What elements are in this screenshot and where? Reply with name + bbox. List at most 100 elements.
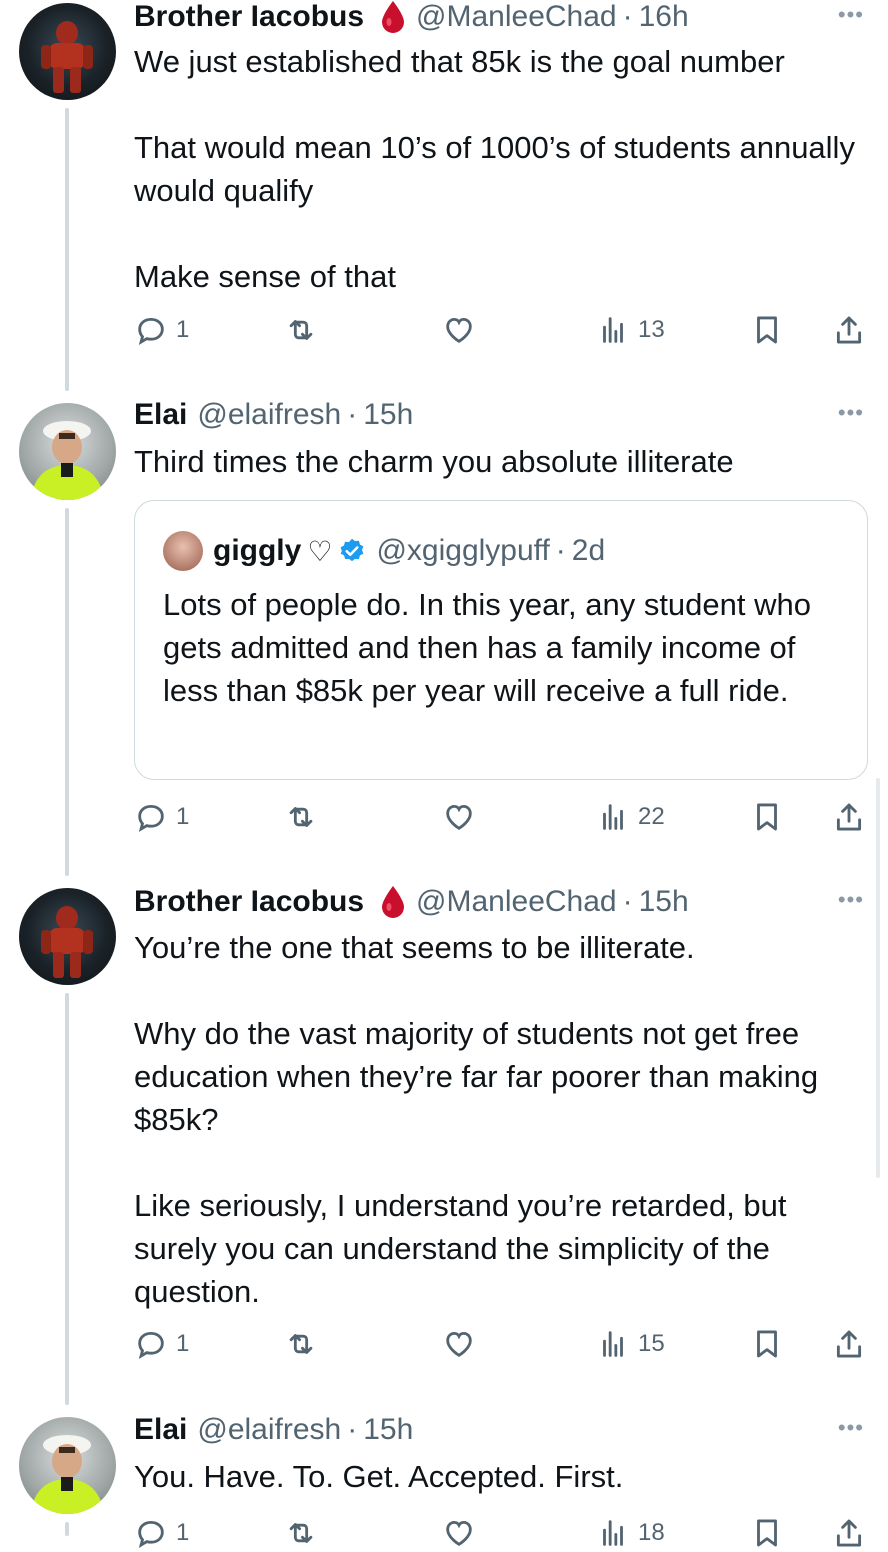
blood-drop-icon [382, 886, 405, 918]
reply-button[interactable]: 1 [134, 313, 189, 347]
post-time[interactable]: 15h [363, 1413, 413, 1447]
post-actions: 1 15 [134, 1327, 866, 1363]
verified-badge-icon [341, 538, 364, 562]
display-name[interactable]: Elai [134, 1413, 187, 1447]
share-button[interactable] [832, 800, 866, 834]
more-options-icon[interactable]: ••• [838, 400, 864, 426]
post-text: We just established that 85k is the goal… [134, 44, 855, 294]
share-icon [836, 1519, 862, 1547]
thread-line [65, 1522, 69, 1536]
thread-line [65, 108, 69, 391]
user-handle[interactable]: @ManleeChad [416, 885, 617, 919]
views-button[interactable]: 18 [596, 1516, 665, 1550]
more-options-icon[interactable]: ••• [838, 1415, 864, 1441]
quoted-post[interactable]: giggly ♡ @xgigglypuff · 2d Lots of peopl… [134, 500, 868, 780]
repost-icon [289, 807, 313, 827]
quoted-time[interactable]: 2d [572, 534, 605, 568]
repost-icon [289, 320, 313, 340]
post-time[interactable]: 16h [639, 0, 689, 34]
share-icon [836, 316, 862, 344]
views-count: 22 [638, 803, 665, 830]
post-time[interactable]: 15h [639, 885, 689, 919]
bookmark-button[interactable] [750, 313, 784, 347]
bookmark-icon [757, 1330, 777, 1358]
quoted-display-name[interactable]: giggly [213, 534, 301, 568]
post-actions: 1 22 [134, 800, 866, 836]
share-icon [836, 803, 862, 831]
views-button[interactable]: 22 [596, 800, 665, 834]
bookmark-icon [757, 1519, 777, 1547]
bookmark-icon [757, 316, 777, 344]
reply-icon [138, 317, 164, 346]
separator: · [622, 0, 633, 33]
views-icon [603, 1331, 623, 1357]
repost-icon [289, 1334, 313, 1354]
reply-button[interactable]: 1 [134, 1516, 189, 1550]
avatar[interactable] [19, 403, 116, 500]
views-button[interactable]: 13 [596, 313, 665, 347]
share-button[interactable] [832, 313, 866, 347]
bookmark-button[interactable] [750, 1516, 784, 1550]
share-button[interactable] [832, 1327, 866, 1361]
views-icon [603, 1520, 623, 1546]
views-button[interactable]: 15 [596, 1327, 665, 1361]
views-icon [603, 804, 623, 830]
bookmark-button[interactable] [750, 1327, 784, 1361]
post-actions: 1 18 [134, 1516, 866, 1552]
display-name[interactable]: Elai [134, 398, 187, 432]
quoted-handle[interactable]: @xgigglypuff [376, 534, 549, 568]
views-count: 13 [638, 316, 665, 343]
post-text: You. Have. To. Get. Accepted. First. [134, 1459, 624, 1494]
user-handle[interactable]: @elaifresh [197, 1413, 341, 1447]
scrollbar[interactable] [876, 778, 880, 1178]
heart-icon [446, 1331, 472, 1357]
heart-emoji: ♡ [307, 535, 333, 567]
bookmark-icon [757, 803, 777, 831]
post-actions: 1 13 [134, 313, 866, 349]
bookmark-button[interactable] [750, 800, 784, 834]
thread-line [65, 508, 69, 876]
heart-icon [446, 804, 472, 830]
repost-button[interactable] [284, 1327, 318, 1361]
repost-button[interactable] [284, 1516, 318, 1550]
avatar[interactable] [19, 1417, 116, 1514]
reply-count: 1 [176, 803, 190, 830]
reply-count: 1 [176, 316, 190, 343]
views-count: 18 [638, 1519, 665, 1546]
like-button[interactable] [442, 1327, 476, 1361]
user-handle[interactable]: @elaifresh [197, 398, 341, 432]
display-name[interactable]: Brother Iacobus [134, 885, 364, 919]
repost-button[interactable] [284, 800, 318, 834]
share-button[interactable] [832, 1516, 866, 1550]
reply-button[interactable]: 1 [134, 800, 189, 834]
quoted-avatar[interactable] [163, 531, 203, 571]
avatar[interactable] [19, 3, 116, 100]
avatar[interactable] [19, 888, 116, 985]
more-options-icon[interactable]: ••• [838, 887, 864, 913]
repost-icon [289, 1523, 313, 1543]
quoted-text: Lots of people do. In this year, any stu… [163, 587, 811, 708]
separator: · [347, 398, 358, 431]
more-options-icon[interactable]: ••• [838, 2, 864, 28]
thread-line [65, 993, 69, 1405]
reply-icon [138, 1331, 164, 1360]
like-button[interactable] [442, 1516, 476, 1550]
separator: · [622, 885, 633, 918]
separator: · [347, 1413, 358, 1446]
heart-icon [446, 317, 472, 343]
views-count: 15 [638, 1330, 665, 1357]
like-button[interactable] [442, 313, 476, 347]
heart-icon [446, 1520, 472, 1546]
views-icon [603, 317, 623, 343]
reply-count: 1 [176, 1519, 190, 1546]
reply-button[interactable]: 1 [134, 1327, 189, 1361]
display-name[interactable]: Brother Iacobus [134, 0, 364, 34]
repost-button[interactable] [284, 313, 318, 347]
user-handle[interactable]: @ManleeChad [416, 0, 617, 34]
blood-drop-icon [382, 1, 405, 33]
separator: · [555, 534, 566, 567]
like-button[interactable] [442, 800, 476, 834]
post-text: Third times the charm you absolute illit… [134, 444, 734, 479]
post-time[interactable]: 15h [363, 398, 413, 432]
post-text: You’re the one that seems to be illitera… [134, 930, 819, 1309]
